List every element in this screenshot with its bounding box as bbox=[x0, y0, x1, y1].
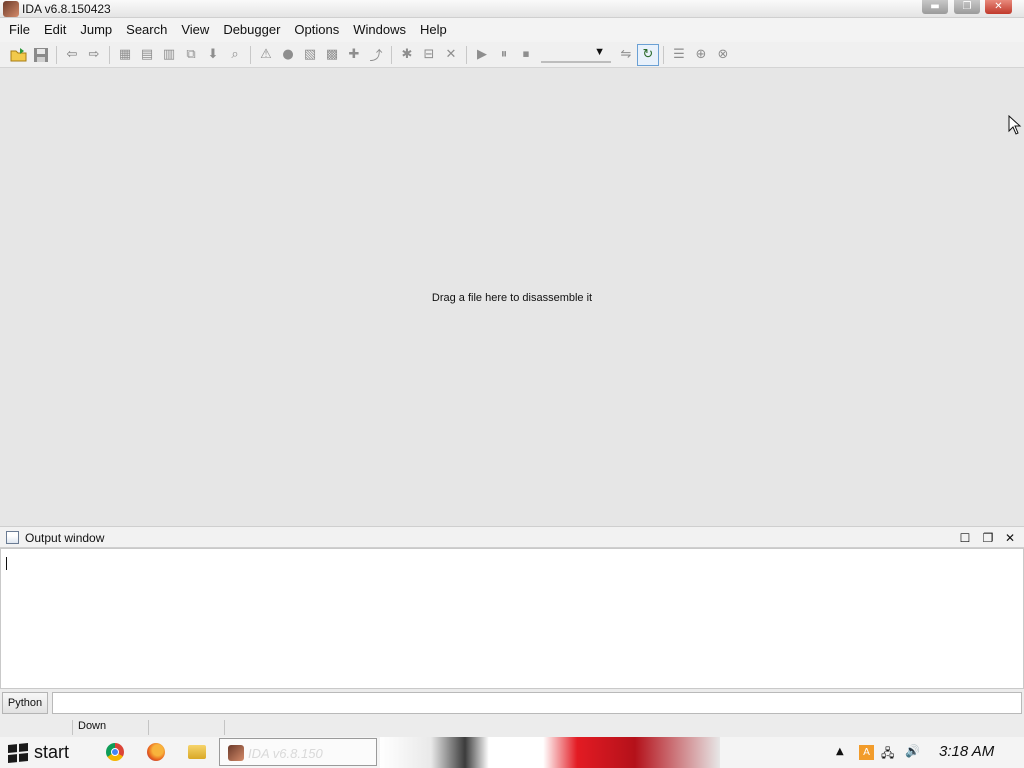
show-hidden-icons-icon[interactable]: ▲ bbox=[836, 746, 844, 757]
circle-icon[interactable]: ● bbox=[277, 44, 299, 66]
make-text-icon[interactable]: ▤ bbox=[136, 44, 158, 66]
firefox-icon[interactable] bbox=[147, 743, 165, 761]
menu-jump[interactable]: Jump bbox=[73, 18, 119, 42]
tray-app-icon[interactable]: A bbox=[859, 745, 874, 760]
toolbar-separator bbox=[250, 45, 251, 64]
close-pane-button[interactable]: ✕ bbox=[1001, 529, 1019, 547]
python-command-input[interactable] bbox=[52, 692, 1022, 714]
output-window-title: Output window bbox=[25, 531, 105, 545]
status-direction: Down bbox=[78, 720, 107, 732]
taskbar-ida-label: IDA v6.8.150 bbox=[248, 746, 323, 761]
play-icon[interactable]: ▶ bbox=[471, 44, 493, 66]
add-breakpoint-icon[interactable]: ⊕ bbox=[690, 44, 712, 66]
make-data-icon[interactable]: ▥ bbox=[158, 44, 180, 66]
structure-icon[interactable]: ▩ bbox=[321, 44, 343, 66]
toolbar-separator bbox=[56, 45, 57, 64]
taskbar-ida-button[interactable]: IDA v6.8.150 bbox=[219, 738, 377, 766]
make-array-icon[interactable]: ⧉ bbox=[180, 44, 202, 66]
menu-edit[interactable]: Edit bbox=[37, 18, 73, 42]
disassembly-workspace[interactable]: Drag a file here to disassemble it bbox=[0, 68, 1024, 526]
menu-windows[interactable]: Windows bbox=[346, 18, 413, 42]
warning-icon[interactable]: ⚠ bbox=[255, 44, 277, 66]
delete-breakpoint-icon[interactable]: ⊗ bbox=[712, 44, 734, 66]
segment-icon[interactable]: ▧ bbox=[299, 44, 321, 66]
status-divider bbox=[148, 720, 149, 735]
output-window-icon bbox=[6, 531, 19, 544]
toolbar-separator bbox=[109, 45, 110, 64]
mouse-cursor-icon bbox=[1008, 115, 1022, 135]
down-arrow-icon[interactable]: ⬇ bbox=[202, 44, 224, 66]
maximize-pane-button[interactable]: ☐ bbox=[956, 529, 974, 547]
python-command-bar: Python bbox=[0, 689, 1024, 717]
menu-options[interactable]: Options bbox=[287, 18, 346, 42]
taskbar-wallpaper bbox=[380, 737, 720, 768]
close-x-icon[interactable]: ✕ bbox=[440, 44, 462, 66]
restore-pane-button[interactable]: ❐ bbox=[979, 529, 997, 547]
breakpoint-list-icon[interactable]: ☰ bbox=[668, 44, 690, 66]
status-divider bbox=[72, 720, 73, 735]
ida-app-icon[interactable] bbox=[3, 1, 19, 17]
output-window-header: Output window ☐ ❐ ✕ bbox=[0, 526, 1024, 548]
save-icon[interactable] bbox=[30, 44, 52, 66]
network-icon[interactable]: 🖧 bbox=[881, 744, 894, 765]
add-xref-icon[interactable]: ⤴ bbox=[365, 44, 387, 66]
toolbar-separator bbox=[663, 45, 664, 64]
toolbar-separator bbox=[391, 45, 392, 64]
output-window-text[interactable] bbox=[0, 548, 1024, 689]
attach-process-icon[interactable]: ⇋ bbox=[615, 44, 637, 66]
start-button[interactable]: start bbox=[0, 737, 90, 768]
back-arrow-icon[interactable]: ⇦ bbox=[61, 44, 83, 66]
menu-debugger[interactable]: Debugger bbox=[216, 18, 287, 42]
maximize-button[interactable]: ❐ bbox=[954, 0, 980, 14]
menu-search[interactable]: Search bbox=[119, 18, 174, 42]
search-binary-icon[interactable]: ⌕ bbox=[224, 44, 246, 66]
minimize-button[interactable]: ▬ bbox=[922, 0, 948, 14]
folder-icon[interactable] bbox=[188, 745, 206, 759]
taskbar: start IDA v6.8.150 ▲ A 🖧 🔊 3:18 AM bbox=[0, 737, 1024, 768]
start-label: start bbox=[34, 742, 70, 762]
pause-icon[interactable]: ⏸ bbox=[493, 44, 515, 66]
add-text-icon[interactable]: ✚ bbox=[343, 44, 365, 66]
menu-bar: File Edit Jump Search View Debugger Opti… bbox=[0, 18, 1024, 42]
stop-icon[interactable]: ⏹ bbox=[515, 44, 537, 66]
volume-icon[interactable]: 🔊 bbox=[905, 744, 920, 758]
menu-file[interactable]: File bbox=[2, 18, 37, 42]
plugin-icon[interactable]: ✱ bbox=[396, 44, 418, 66]
drop-hint: Drag a file here to disassemble it bbox=[431, 292, 593, 304]
menu-help[interactable]: Help bbox=[413, 18, 454, 42]
python-language-button[interactable]: Python bbox=[2, 692, 48, 714]
folder-open-icon[interactable]: ⊟ bbox=[418, 44, 440, 66]
ida-task-icon bbox=[228, 745, 244, 761]
run-to-cursor-icon[interactable]: ↻ bbox=[637, 43, 659, 66]
close-button[interactable]: ✕ bbox=[985, 0, 1012, 14]
forward-arrow-icon[interactable]: ⇨ bbox=[83, 44, 105, 66]
windows-logo-icon bbox=[8, 742, 28, 763]
chrome-icon[interactable] bbox=[106, 743, 124, 761]
toolbar-separator bbox=[466, 45, 467, 64]
make-code-icon[interactable]: ▦ bbox=[114, 44, 136, 66]
status-bar: Down bbox=[0, 717, 1024, 737]
window-title: IDA v6.8.150423 bbox=[22, 2, 111, 16]
toolbar: ⇦ ⇨ ▦ ▤ ▥ ⧉ ⬇ ⌕ ⚠ ● ▧ ▩ ✚ ⤴ ✱ ⊟ ✕ ▶ ⏸ ⏹ … bbox=[0, 42, 1024, 68]
title-bar: IDA v6.8.150423 ▬ ❐ ✕ bbox=[0, 0, 1024, 18]
text-caret bbox=[6, 557, 7, 570]
clock[interactable]: 3:18 AM bbox=[939, 743, 994, 760]
chevron-down-icon: ▼ bbox=[594, 45, 605, 58]
status-divider bbox=[224, 720, 225, 735]
open-file-icon[interactable] bbox=[8, 44, 30, 66]
menu-view[interactable]: View bbox=[174, 18, 216, 42]
debugger-select[interactable]: ▼ bbox=[541, 45, 611, 63]
